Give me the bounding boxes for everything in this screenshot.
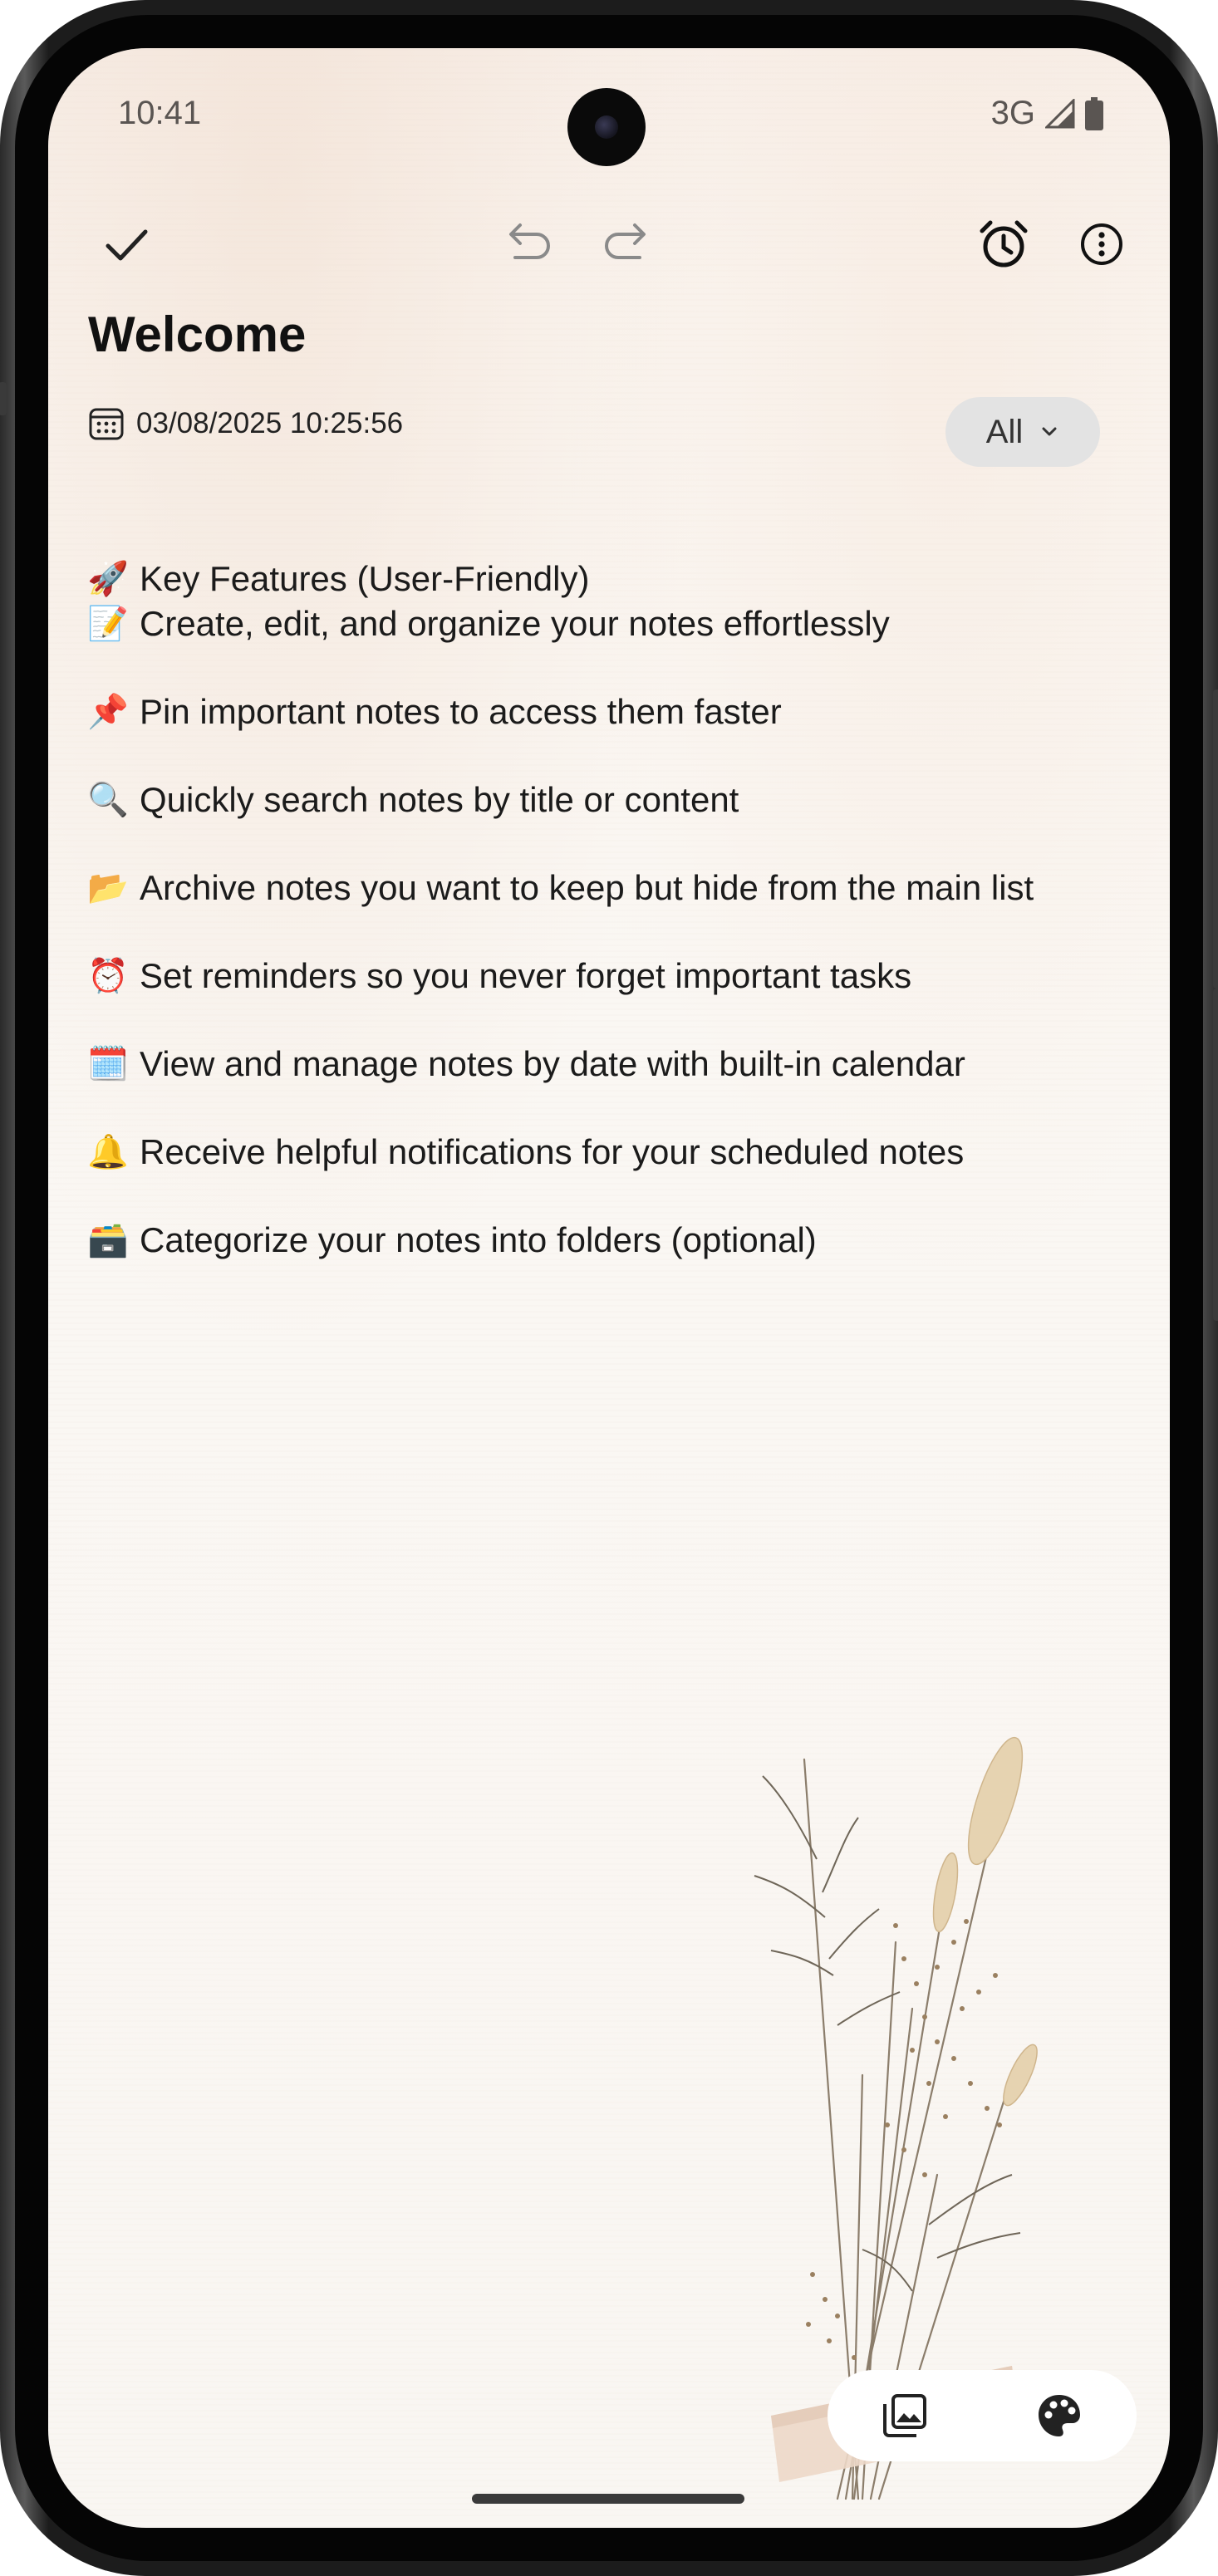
calendar-emoji: 🗓️ <box>87 1045 129 1083</box>
status-time: 10:41 <box>118 95 202 131</box>
note-title[interactable]: Welcome <box>88 306 306 363</box>
palette-icon <box>1039 2395 1080 2436</box>
note-line-text: Archive notes you want to keep but hide … <box>140 868 1034 907</box>
note-datetime: 03/08/2025 10:25:56 <box>136 407 404 439</box>
battery-icon <box>1085 96 1103 130</box>
save-check-button[interactable] <box>95 213 158 276</box>
note-line-text: View and manage notes by date with built… <box>140 1044 965 1083</box>
note-line-text: Categorize your notes into folders (opti… <box>140 1220 817 1259</box>
phone-frame: 10:41 3G Welcome 03/08/2025 10:25:56 All… <box>0 0 1218 2576</box>
insert-image-button[interactable] <box>876 2387 934 2445</box>
alarm-icon <box>980 220 1028 267</box>
magnifier-emoji: 🔍 <box>87 781 129 819</box>
note-line: 🗓️ View and manage notes by date with bu… <box>86 1042 1158 1087</box>
memo-emoji: 📝 <box>87 605 129 643</box>
note-line-text: Key Features (User-Friendly) <box>140 559 590 598</box>
note-line-text: Create, edit, and organize your notes ef… <box>140 604 890 643</box>
note-date-row: 03/08/2025 10:25:56 <box>88 405 403 442</box>
check-icon <box>106 229 148 261</box>
note-line: ⏰ Set reminders so you never forget impo… <box>86 954 1158 999</box>
volume-button <box>1213 689 1218 989</box>
note-line: 📂 Archive notes you want to keep but hid… <box>86 866 1158 910</box>
background-theme-button[interactable] <box>1030 2387 1088 2445</box>
note-line-text: Pin important notes to access them faste… <box>140 692 782 731</box>
image-gallery-icon <box>883 2394 926 2437</box>
pushpin-emoji: 📌 <box>87 693 129 731</box>
chevron-down-icon <box>1042 427 1057 436</box>
power-button <box>1213 989 1218 1321</box>
alarm-clock-emoji: ⏰ <box>87 957 129 995</box>
signal-icon <box>1045 98 1075 128</box>
note-line: 📌 Pin important notes to access them fas… <box>86 689 1158 734</box>
calendar-icon <box>89 408 124 440</box>
status-indicators: 3G <box>991 95 1103 132</box>
home-indicator[interactable] <box>472 2494 744 2504</box>
undo-icon <box>509 223 550 259</box>
more-vertical-icon <box>1081 223 1122 265</box>
note-line: 🔍 Quickly search notes by title or conte… <box>86 778 1158 822</box>
note-line-text: Receive helpful notifications for your s… <box>140 1132 965 1171</box>
note-line-text: Set reminders so you never forget import… <box>140 956 912 995</box>
redo-button[interactable] <box>597 211 660 274</box>
more-options-button[interactable] <box>1070 213 1133 276</box>
network-label: 3G <box>990 95 1035 131</box>
app-screen: 10:41 3G Welcome 03/08/2025 10:25:56 All… <box>48 48 1170 2528</box>
note-line: 📝 Create, edit, and organize your notes … <box>86 601 1158 646</box>
note-line: 🗃️ Categorize your notes into folders (o… <box>86 1218 1158 1263</box>
bottom-actions-bar <box>828 2370 1137 2461</box>
redo-icon <box>605 223 646 259</box>
card-file-box-emoji: 🗃️ <box>87 1221 129 1259</box>
folder-emoji: 📂 <box>87 869 129 907</box>
filter-selected-label: All <box>985 413 1024 450</box>
reminder-button[interactable] <box>972 213 1035 276</box>
front-camera <box>567 88 646 166</box>
side-button <box>0 382 7 415</box>
bell-emoji: 🔔 <box>87 1133 129 1171</box>
note-line-text: Quickly search notes by title or content <box>140 780 739 819</box>
note-body[interactable]: 🚀 Key Features (User-Friendly) 📝 Create,… <box>86 557 1158 1263</box>
note-line: 🔔 Receive helpful notifications for your… <box>86 1130 1158 1175</box>
folder-filter-dropdown[interactable]: All <box>945 397 1100 467</box>
undo-button[interactable] <box>495 211 558 274</box>
rocket-emoji: 🚀 <box>87 560 129 598</box>
note-line: 🚀 Key Features (User-Friendly) <box>86 557 1158 601</box>
